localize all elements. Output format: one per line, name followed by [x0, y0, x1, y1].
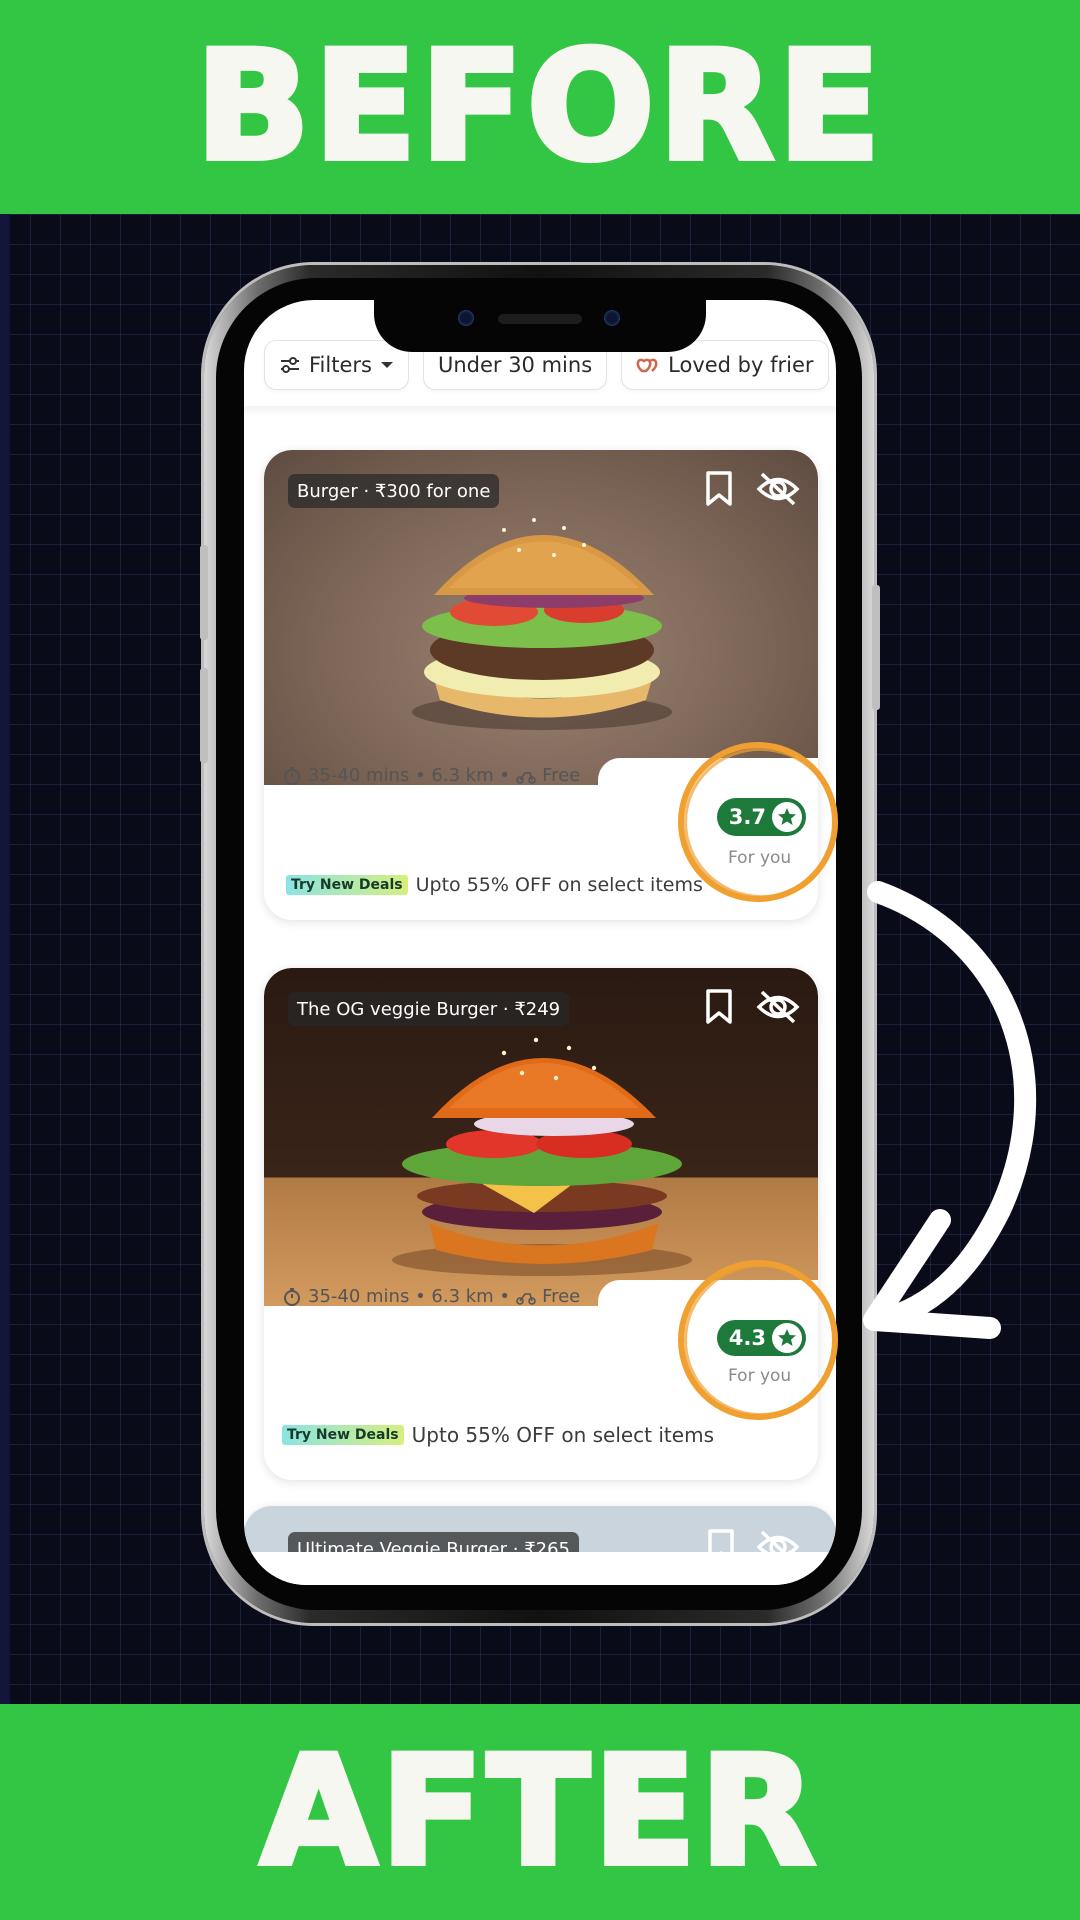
timer-icon [284, 1287, 300, 1306]
delivery-time-distance: 35-40 mins • 6.3 km • [308, 1286, 511, 1307]
under-30-mins-label: Under 30 mins [437, 353, 593, 377]
card-image: The OG veggie Burger · ₹249 [264, 968, 818, 1306]
before-banner: BEFORE [0, 0, 1080, 214]
phone-notch [374, 296, 706, 352]
scooter-icon [516, 1292, 536, 1305]
carousel-dot [686, 1286, 693, 1293]
delivery-meta: 35-40 mins • 6.3 km • Free [282, 1286, 580, 1307]
volume-up-button [200, 545, 208, 640]
screen-bottom-edge [244, 1552, 836, 1585]
face-sensor [604, 310, 620, 326]
card-tagline: The OG veggie Burger · ₹249 [288, 992, 570, 1026]
volume-down-button [200, 668, 208, 763]
caret-down-icon [380, 362, 393, 368]
filter-divider [244, 406, 836, 416]
filters-chip-label: Filters [309, 353, 372, 377]
timer-icon [284, 766, 300, 785]
loved-by-friends-label: Loved by frier [668, 353, 814, 377]
deal-badge: Try New Deals [286, 875, 408, 895]
scooter-icon [516, 771, 536, 784]
bookmark-icon[interactable] [704, 988, 734, 1026]
deal-text: Upto 55% OFF on select items [415, 874, 703, 896]
after-title: AFTER [258, 1725, 820, 1899]
delivery-fee: Free [542, 765, 581, 786]
deal-badge: Try New Deals [282, 1425, 404, 1445]
hide-icon[interactable] [756, 988, 800, 1026]
front-camera [458, 310, 474, 326]
delivery-fee: Free [542, 1286, 581, 1307]
earpiece-speaker [498, 314, 582, 324]
power-button [872, 585, 880, 710]
delivery-meta: 35-40 mins • 6.3 km • Free [282, 765, 580, 786]
card-image: Burger · ₹300 for one [264, 450, 818, 785]
carousel-dot-active [659, 1286, 681, 1293]
deal-row: Try New Deals Upto 55% OFF on select ite… [282, 1423, 714, 1447]
filters-chip[interactable]: Filters [264, 340, 409, 390]
grid-edge [0, 214, 10, 1704]
delivery-time-distance: 35-40 mins • 6.3 km • [308, 765, 511, 786]
deal-text: Upto 55% OFF on select items [411, 1423, 714, 1447]
carousel-dot [681, 762, 688, 769]
deal-row: Try New Deals Upto 55% OFF on select ite… [286, 874, 703, 896]
hide-icon[interactable] [756, 470, 800, 508]
hearts-icon [636, 358, 658, 373]
after-banner: AFTER [0, 1704, 1080, 1920]
carousel-dot [669, 762, 676, 769]
before-title: BEFORE [193, 20, 885, 194]
card-tagline: Burger · ₹300 for one [288, 474, 500, 508]
bookmark-icon[interactable] [704, 470, 734, 508]
sliders-icon [281, 357, 299, 373]
curved-arrow-icon [863, 881, 1037, 1339]
